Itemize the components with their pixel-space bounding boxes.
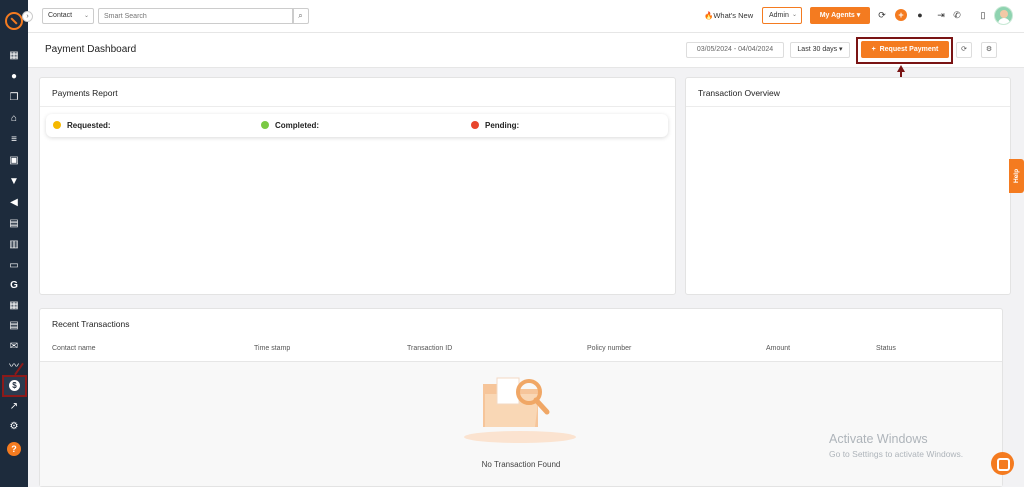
bank-icon[interactable]: ⌂: [7, 112, 21, 126]
legend-pending-label: Pending:: [485, 121, 520, 130]
stats-icon[interactable]: ▥: [7, 238, 21, 252]
funnel-icon[interactable]: ▼: [7, 175, 21, 189]
column-header[interactable]: Transaction ID: [407, 345, 452, 352]
date-range-picker[interactable]: 03/05/2024 - 04/04/2024: [686, 42, 784, 58]
column-header[interactable]: Time stamp: [254, 345, 290, 352]
notes-icon[interactable]: ▤: [7, 217, 21, 231]
add-icon[interactable]: +: [895, 9, 907, 21]
contact-select[interactable]: Contact ⌄: [42, 8, 94, 24]
payments-icon: $: [9, 380, 20, 391]
transaction-overview-card: Transaction Overview: [685, 77, 1011, 295]
documents-icon[interactable]: ❐: [7, 91, 21, 105]
request-payment-button[interactable]: + Request Payment: [861, 41, 949, 58]
payments-legend: Requested: Completed: Pending:: [46, 114, 668, 137]
payments-report-title: Payments Report: [52, 88, 118, 98]
search-input[interactable]: [98, 8, 294, 24]
dashboard-icon[interactable]: ▦: [7, 49, 21, 63]
page-header: Payment Dashboard 03/05/2024 - 04/04/202…: [28, 33, 1024, 68]
completed-dot-icon: [261, 121, 269, 129]
table-body: No Transaction Found: [40, 361, 1002, 486]
settings-icon[interactable]: ⚙: [7, 420, 21, 434]
legend-completed: Completed:: [261, 121, 319, 130]
pending-dot-icon: [471, 121, 479, 129]
flame-icon: 🔥: [704, 11, 714, 20]
logo-icon[interactable]: [5, 12, 23, 30]
my-agents-button[interactable]: My Agents ▾: [810, 7, 870, 24]
page-title: Payment Dashboard: [45, 44, 137, 55]
calculator-icon[interactable]: ▦: [7, 299, 21, 313]
admin-select[interactable]: Admin ⌄: [762, 7, 802, 24]
help-tab-label: Help: [1013, 168, 1020, 184]
empty-state-text: No Transaction Found: [481, 460, 561, 469]
chart-icon[interactable]: ↗: [7, 400, 21, 414]
empty-folder-search-icon: [483, 377, 550, 427]
avatar[interactable]: [994, 6, 1013, 25]
column-header[interactable]: Amount: [766, 345, 790, 352]
topbar: Contact ⌄ ⌕ 🔥What's New Admin ⌄ My Agent…: [28, 0, 1024, 33]
admin-select-label: Admin: [769, 12, 789, 19]
avatar-face: [1000, 10, 1008, 18]
transaction-overview-title: Transaction Overview: [698, 88, 780, 98]
folder-icon[interactable]: ▭: [7, 259, 21, 273]
contact-select-label: Contact: [48, 12, 73, 19]
divider: [40, 106, 675, 107]
sidebar-item-payments[interactable]: $: [2, 375, 27, 397]
calendar-icon[interactable]: ▤: [7, 319, 21, 333]
chevron-down-icon: ⌄: [83, 13, 89, 19]
chevron-down-icon: ⌄: [791, 12, 797, 18]
avatar-body: [998, 18, 1010, 24]
refresh-icon[interactable]: ⟳: [956, 42, 972, 58]
legend-requested: Requested:: [53, 121, 111, 130]
phone-icon[interactable]: ✆: [951, 9, 963, 21]
logout-icon[interactable]: ⇥: [935, 9, 947, 21]
recent-transactions-card: Recent Transactions Contact name Time st…: [39, 308, 1003, 487]
watermark-title: Activate Windows: [829, 432, 928, 446]
period-select[interactable]: Last 30 days ▾: [790, 42, 850, 58]
windows-watermark: Activate Windows Go to Settings to activ…: [829, 432, 963, 459]
google-icon[interactable]: G: [7, 279, 21, 293]
help-tab[interactable]: Help: [1009, 159, 1024, 193]
chat-icon[interactable]: [991, 452, 1014, 475]
column-header[interactable]: Status: [876, 345, 896, 352]
help-icon[interactable]: ?: [7, 442, 21, 456]
sidebar: ▦ ● ❐ ⌂ ≡ ▣ ▼ ◀ ▤ ▥ ▭ G ▦ ▤ ✉ 〰 $ ↗ ⚙ ?: [0, 0, 28, 487]
notepad-icon[interactable]: ▯: [977, 9, 989, 21]
column-header[interactable]: Policy number: [587, 345, 631, 352]
mail-icon[interactable]: ✉: [7, 340, 21, 354]
period-select-label: Last 30 days: [797, 46, 838, 53]
refresh-icon[interactable]: ⟳: [876, 9, 888, 21]
whats-new-label: What's New: [713, 11, 754, 20]
empty-state-shadow: [464, 431, 576, 443]
payments-report-card: Payments Report Requested: Completed: Pe…: [39, 77, 676, 295]
search-icon[interactable]: ⌕: [292, 8, 309, 24]
my-agents-label: My Agents: [819, 12, 855, 19]
whats-new-link[interactable]: 🔥What's New: [704, 11, 753, 20]
gear-icon[interactable]: ⚙: [981, 42, 997, 58]
requested-dot-icon: [53, 121, 61, 129]
legend-pending: Pending:: [471, 121, 519, 130]
list-icon[interactable]: ≡: [7, 133, 21, 147]
user-icon[interactable]: ●: [914, 9, 926, 21]
collapse-sidebar-button[interactable]: ›: [22, 11, 33, 22]
column-header[interactable]: Contact name: [52, 345, 96, 352]
annotation-arrow-head: [897, 65, 905, 72]
id-card-icon[interactable]: ▣: [7, 154, 21, 168]
contacts-icon[interactable]: ●: [7, 70, 21, 84]
watermark-subtitle: Go to Settings to activate Windows.: [829, 449, 964, 459]
legend-requested-label: Requested:: [67, 121, 111, 130]
megaphone-icon[interactable]: ◀: [7, 196, 21, 210]
legend-completed-label: Completed:: [275, 121, 319, 130]
divider: [686, 106, 1010, 107]
recent-transactions-title: Recent Transactions: [52, 319, 130, 329]
request-payment-label: Request Payment: [879, 46, 939, 53]
